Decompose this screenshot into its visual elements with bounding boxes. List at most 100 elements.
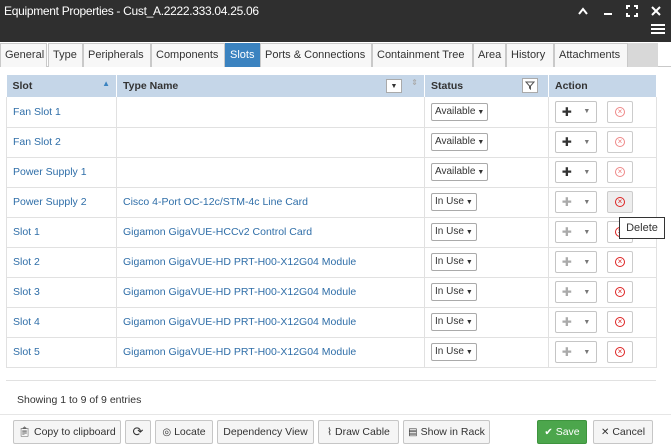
- tab-peripherals[interactable]: Peripherals: [83, 43, 151, 67]
- collapse-button[interactable]: [575, 3, 591, 19]
- add-component-button[interactable]: ✚ ▼: [555, 100, 597, 123]
- expand-icon: [626, 5, 638, 17]
- slot-link[interactable]: Fan Slot 2: [13, 136, 61, 148]
- action-cell: ✚▼ ×: [548, 247, 657, 278]
- action-group: ✚▼ ×: [555, 191, 650, 213]
- close-button[interactable]: [648, 3, 664, 19]
- status-value: Available: [435, 136, 476, 147]
- status-value: In Use: [435, 226, 464, 237]
- type-name-cell: Gigamon GigaVUE-HD PRT-H00-X12G04 Module: [116, 337, 425, 368]
- type-name-link[interactable]: Gigamon GigaVUE-HD PRT-H00-X12G04 Module: [123, 346, 356, 358]
- delete-button[interactable]: ×: [607, 281, 633, 303]
- delete-button[interactable]: ×: [607, 251, 633, 273]
- add-component-button[interactable]: ✚ ▼: [555, 281, 597, 303]
- add-component-button[interactable]: ✚ ▼: [555, 191, 597, 213]
- cancel-button[interactable]: ✕ Cancel: [593, 420, 653, 444]
- slot-cell: Slot 4: [6, 307, 117, 338]
- dependency-view-button[interactable]: Dependency View: [217, 420, 314, 444]
- show-in-rack-button[interactable]: ▤ Show in Rack: [403, 420, 490, 444]
- column-header-action: Action: [548, 75, 657, 97]
- status-dropdown[interactable]: In Use ▼: [431, 223, 477, 241]
- status-dropdown[interactable]: In Use ▼: [431, 193, 477, 211]
- delete-button[interactable]: ×: [607, 100, 633, 123]
- slot-cell: Slot 5: [6, 337, 117, 368]
- tab-containment-tree[interactable]: Containment Tree: [372, 43, 473, 67]
- table-row: Fan Slot 2 Available ▼ ✚ ▼ ×: [6, 127, 657, 158]
- column-header-type-name[interactable]: Type Name ▼ ⇕: [116, 75, 425, 97]
- slot-cell: Power Supply 2: [6, 187, 117, 218]
- type-name-link[interactable]: Cisco 4-Port OC-12c/STM-4c Line Card: [123, 196, 308, 208]
- slot-link[interactable]: Fan Slot 1: [13, 106, 61, 118]
- table-row: Slot 5 Gigamon GigaVUE-HD PRT-H00-X12G04 …: [6, 337, 657, 368]
- delete-button[interactable]: ×: [607, 191, 633, 213]
- slot-link[interactable]: Slot 4: [13, 316, 40, 328]
- refresh-icon: ⟳: [132, 424, 144, 439]
- action-group: ✚▼ ×: [555, 341, 650, 363]
- filter-icon[interactable]: [522, 78, 538, 93]
- type-name-link[interactable]: Gigamon GigaVUE-HD PRT-H00-X12G04 Module: [123, 286, 356, 298]
- save-button[interactable]: ✔ Save: [537, 420, 587, 444]
- delete-button[interactable]: ×: [607, 311, 633, 333]
- tab-attachments[interactable]: Attachments: [554, 43, 628, 67]
- plus-icon: ✚: [561, 165, 572, 179]
- action-cell: ✚▼ ×: [548, 187, 657, 218]
- slot-link[interactable]: Slot 3: [13, 286, 40, 298]
- status-dropdown[interactable]: In Use ▼: [431, 343, 477, 361]
- column-header-slot[interactable]: Slot ▲: [6, 75, 117, 97]
- delete-icon: ×: [615, 287, 625, 297]
- type-name-link[interactable]: Gigamon GigaVUE-HD PRT-H00-X12G04 Module: [123, 316, 356, 328]
- tab-area[interactable]: Area: [473, 43, 506, 67]
- action-group: ✚▼ ×: [555, 131, 650, 153]
- status-dropdown[interactable]: Available ▼: [431, 133, 489, 151]
- slot-link[interactable]: Power Supply 2: [13, 196, 87, 208]
- delete-button[interactable]: ×: [607, 161, 633, 183]
- delete-button[interactable]: ×: [607, 341, 633, 363]
- close-icon: [651, 6, 661, 16]
- slot-link[interactable]: Slot 2: [13, 256, 40, 268]
- type-name-cell: [116, 97, 425, 128]
- slot-link[interactable]: Power Supply 1: [13, 166, 87, 178]
- draw-cable-button[interactable]: ⌇ Draw Cable: [318, 420, 399, 444]
- hamburger-menu-button[interactable]: [651, 22, 665, 36]
- add-component-button[interactable]: ✚ ▼: [555, 251, 597, 273]
- copy-to-clipboard-button[interactable]: 📋︎ Copy to clipboard: [13, 420, 121, 444]
- caret-down-icon: ▼: [583, 168, 591, 176]
- delete-icon: ×: [615, 347, 625, 357]
- column-header-status[interactable]: Status: [424, 75, 549, 97]
- add-component-button[interactable]: ✚ ▼: [555, 131, 597, 153]
- refresh-button[interactable]: ⟳: [125, 420, 151, 444]
- add-component-button[interactable]: ✚ ▼: [555, 311, 597, 333]
- tab-bar-filler: [628, 43, 658, 67]
- minimize-button[interactable]: [600, 3, 616, 19]
- status-dropdown[interactable]: Available ▼: [431, 102, 489, 121]
- tab-components[interactable]: Components: [151, 43, 225, 67]
- locate-button[interactable]: ◎ Locate: [155, 420, 213, 444]
- add-component-button[interactable]: ✚ ▼: [555, 161, 597, 183]
- status-dropdown[interactable]: In Use ▼: [431, 253, 477, 271]
- tab-ports-connections[interactable]: Ports & Connections: [260, 43, 372, 67]
- delete-button[interactable]: ×: [607, 131, 633, 153]
- delete-icon: ×: [615, 317, 625, 327]
- status-value: Available: [435, 166, 476, 177]
- tab-slots[interactable]: Slots: [225, 43, 260, 67]
- status-dropdown[interactable]: Available ▼: [431, 163, 489, 181]
- status-dropdown[interactable]: In Use ▼: [431, 313, 477, 331]
- type-filter-dropdown[interactable]: ▼: [386, 79, 402, 93]
- slot-link[interactable]: Slot 5: [13, 346, 40, 358]
- add-component-button[interactable]: ✚ ▼: [555, 341, 597, 363]
- slot-link[interactable]: Slot 1: [13, 226, 40, 238]
- type-name-link[interactable]: Gigamon GigaVUE-HD PRT-H00-X12G04 Module: [123, 256, 356, 268]
- slot-cell: Fan Slot 2: [6, 127, 117, 158]
- status-value: In Use: [435, 286, 464, 297]
- status-cell: In Use ▼: [424, 277, 549, 308]
- add-component-button[interactable]: ✚ ▼: [555, 221, 597, 243]
- tab-type[interactable]: Type: [48, 43, 83, 67]
- maximize-button[interactable]: [624, 3, 640, 19]
- action-group: ✚▼ ×: [555, 311, 650, 333]
- tab-history[interactable]: History: [506, 43, 554, 67]
- type-name-link[interactable]: Gigamon GigaVUE-HCCv2 Control Card: [123, 226, 312, 238]
- status-value: Available: [435, 105, 476, 117]
- tab-general[interactable]: General: [0, 43, 47, 67]
- status-dropdown[interactable]: In Use ▼: [431, 283, 477, 301]
- delete-icon: ×: [615, 137, 625, 147]
